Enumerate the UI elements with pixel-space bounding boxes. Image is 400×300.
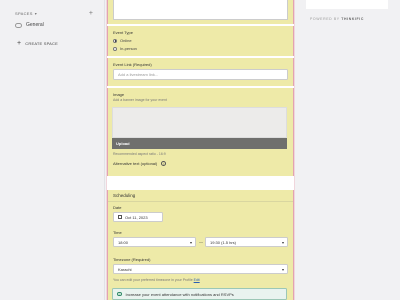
start-time-value: 18:00	[118, 239, 129, 245]
section-divider	[107, 183, 294, 189]
scheduling-rule	[108, 201, 293, 202]
radio-in-person[interactable]: In-person	[113, 46, 137, 51]
alt-text-label: Alternative text (optional)	[113, 161, 158, 166]
banner-text: Increase your event attendance with noti…	[125, 291, 234, 297]
right-card	[306, 0, 388, 9]
add-space-icon[interactable]: +	[89, 10, 93, 17]
right-panel: POWERED BY THINKIFIC	[296, 0, 400, 300]
spaces-toggle[interactable]: SPACES ▾	[15, 11, 37, 16]
aspect-ratio-note: Recommended aspect ratio - 16:9	[113, 152, 166, 156]
scheduling-section: Scheduling Date Oct 11, 2023 Time 18:00 …	[107, 190, 294, 300]
timezone-note-text: You can edit your preferred timezone in …	[113, 278, 193, 282]
powered-by: POWERED BY THINKIFIC	[310, 17, 364, 21]
brand-name: THINKIFIC	[341, 17, 364, 21]
chat-bubble-icon	[15, 22, 22, 28]
description-input[interactable]	[113, 0, 288, 20]
upload-label: Upload	[116, 141, 130, 146]
info-icon: i	[117, 291, 122, 297]
event-link-placeholder: Add a livestream link...	[118, 72, 159, 77]
radio-unchecked-icon	[113, 46, 117, 51]
calendar-icon	[118, 215, 122, 219]
sidebar: SPACES ▾ + General + CREATE SPACE	[0, 0, 105, 300]
create-space-label: CREATE SPACE	[25, 41, 58, 46]
event-link-section: Event Link (Required) Add a livestream l…	[107, 58, 294, 86]
image-dropzone[interactable]	[112, 107, 287, 138]
timezone-select[interactable]: Karachi ▾	[113, 264, 288, 274]
date-picker[interactable]: Oct 11, 2023	[113, 212, 163, 222]
sidebar-item-general[interactable]: General	[15, 22, 44, 28]
timezone-value: Karachi	[118, 266, 132, 272]
alt-text-row: Alternative text (optional) i	[113, 161, 167, 167]
date-value: Oct 11, 2023	[125, 214, 148, 220]
caret-down-icon: ▾	[34, 11, 38, 16]
image-label: Image	[113, 92, 125, 97]
scheduling-heading: Scheduling	[113, 193, 136, 198]
time-label: Time	[113, 230, 122, 235]
radio-checked-icon	[113, 38, 117, 43]
spaces-label: SPACES	[15, 11, 33, 16]
time-separator: —	[199, 239, 203, 244]
end-time-select[interactable]: 19:30 (1.5 hrs) ▾	[205, 237, 288, 247]
event-form: Event Type Online In-person Event Link (…	[107, 0, 294, 300]
chevron-down-icon: ▾	[281, 266, 284, 272]
plus-icon: +	[17, 40, 22, 47]
date-label: Date	[113, 205, 122, 210]
start-time-select[interactable]: 18:00 ▾	[113, 237, 196, 247]
spaces-header: SPACES ▾ +	[15, 10, 93, 17]
chevron-down-icon: ▾	[281, 239, 284, 245]
timezone-label: Timezone (Required)	[113, 257, 151, 262]
radio-online[interactable]: Online	[113, 38, 132, 43]
info-icon[interactable]: i	[161, 161, 167, 167]
create-space-button[interactable]: + CREATE SPACE	[17, 40, 58, 47]
end-time-value: 19:30 (1.5 hrs)	[210, 239, 237, 245]
rsvp-info-banner: i Increase your event attendance with no…	[112, 288, 287, 300]
edit-profile-link[interactable]: Edit	[194, 278, 200, 282]
radio-online-label: Online	[120, 38, 132, 43]
description-section	[107, 0, 294, 24]
event-link-input[interactable]: Add a livestream link...	[113, 69, 288, 80]
powered-prefix: POWERED BY	[310, 17, 340, 21]
event-link-label: Event Link (Required)	[113, 62, 152, 67]
radio-in-person-label: In-person	[120, 46, 137, 51]
timezone-note: You can edit your preferred timezone in …	[113, 278, 200, 282]
event-type-label: Event Type	[113, 30, 133, 35]
chevron-down-icon: ▾	[189, 239, 192, 245]
event-type-section: Event Type Online In-person	[107, 26, 294, 56]
sidebar-item-label: General	[26, 22, 44, 28]
image-sub: Add a banner image for your event	[113, 98, 167, 102]
upload-button[interactable]: Upload	[112, 138, 287, 149]
